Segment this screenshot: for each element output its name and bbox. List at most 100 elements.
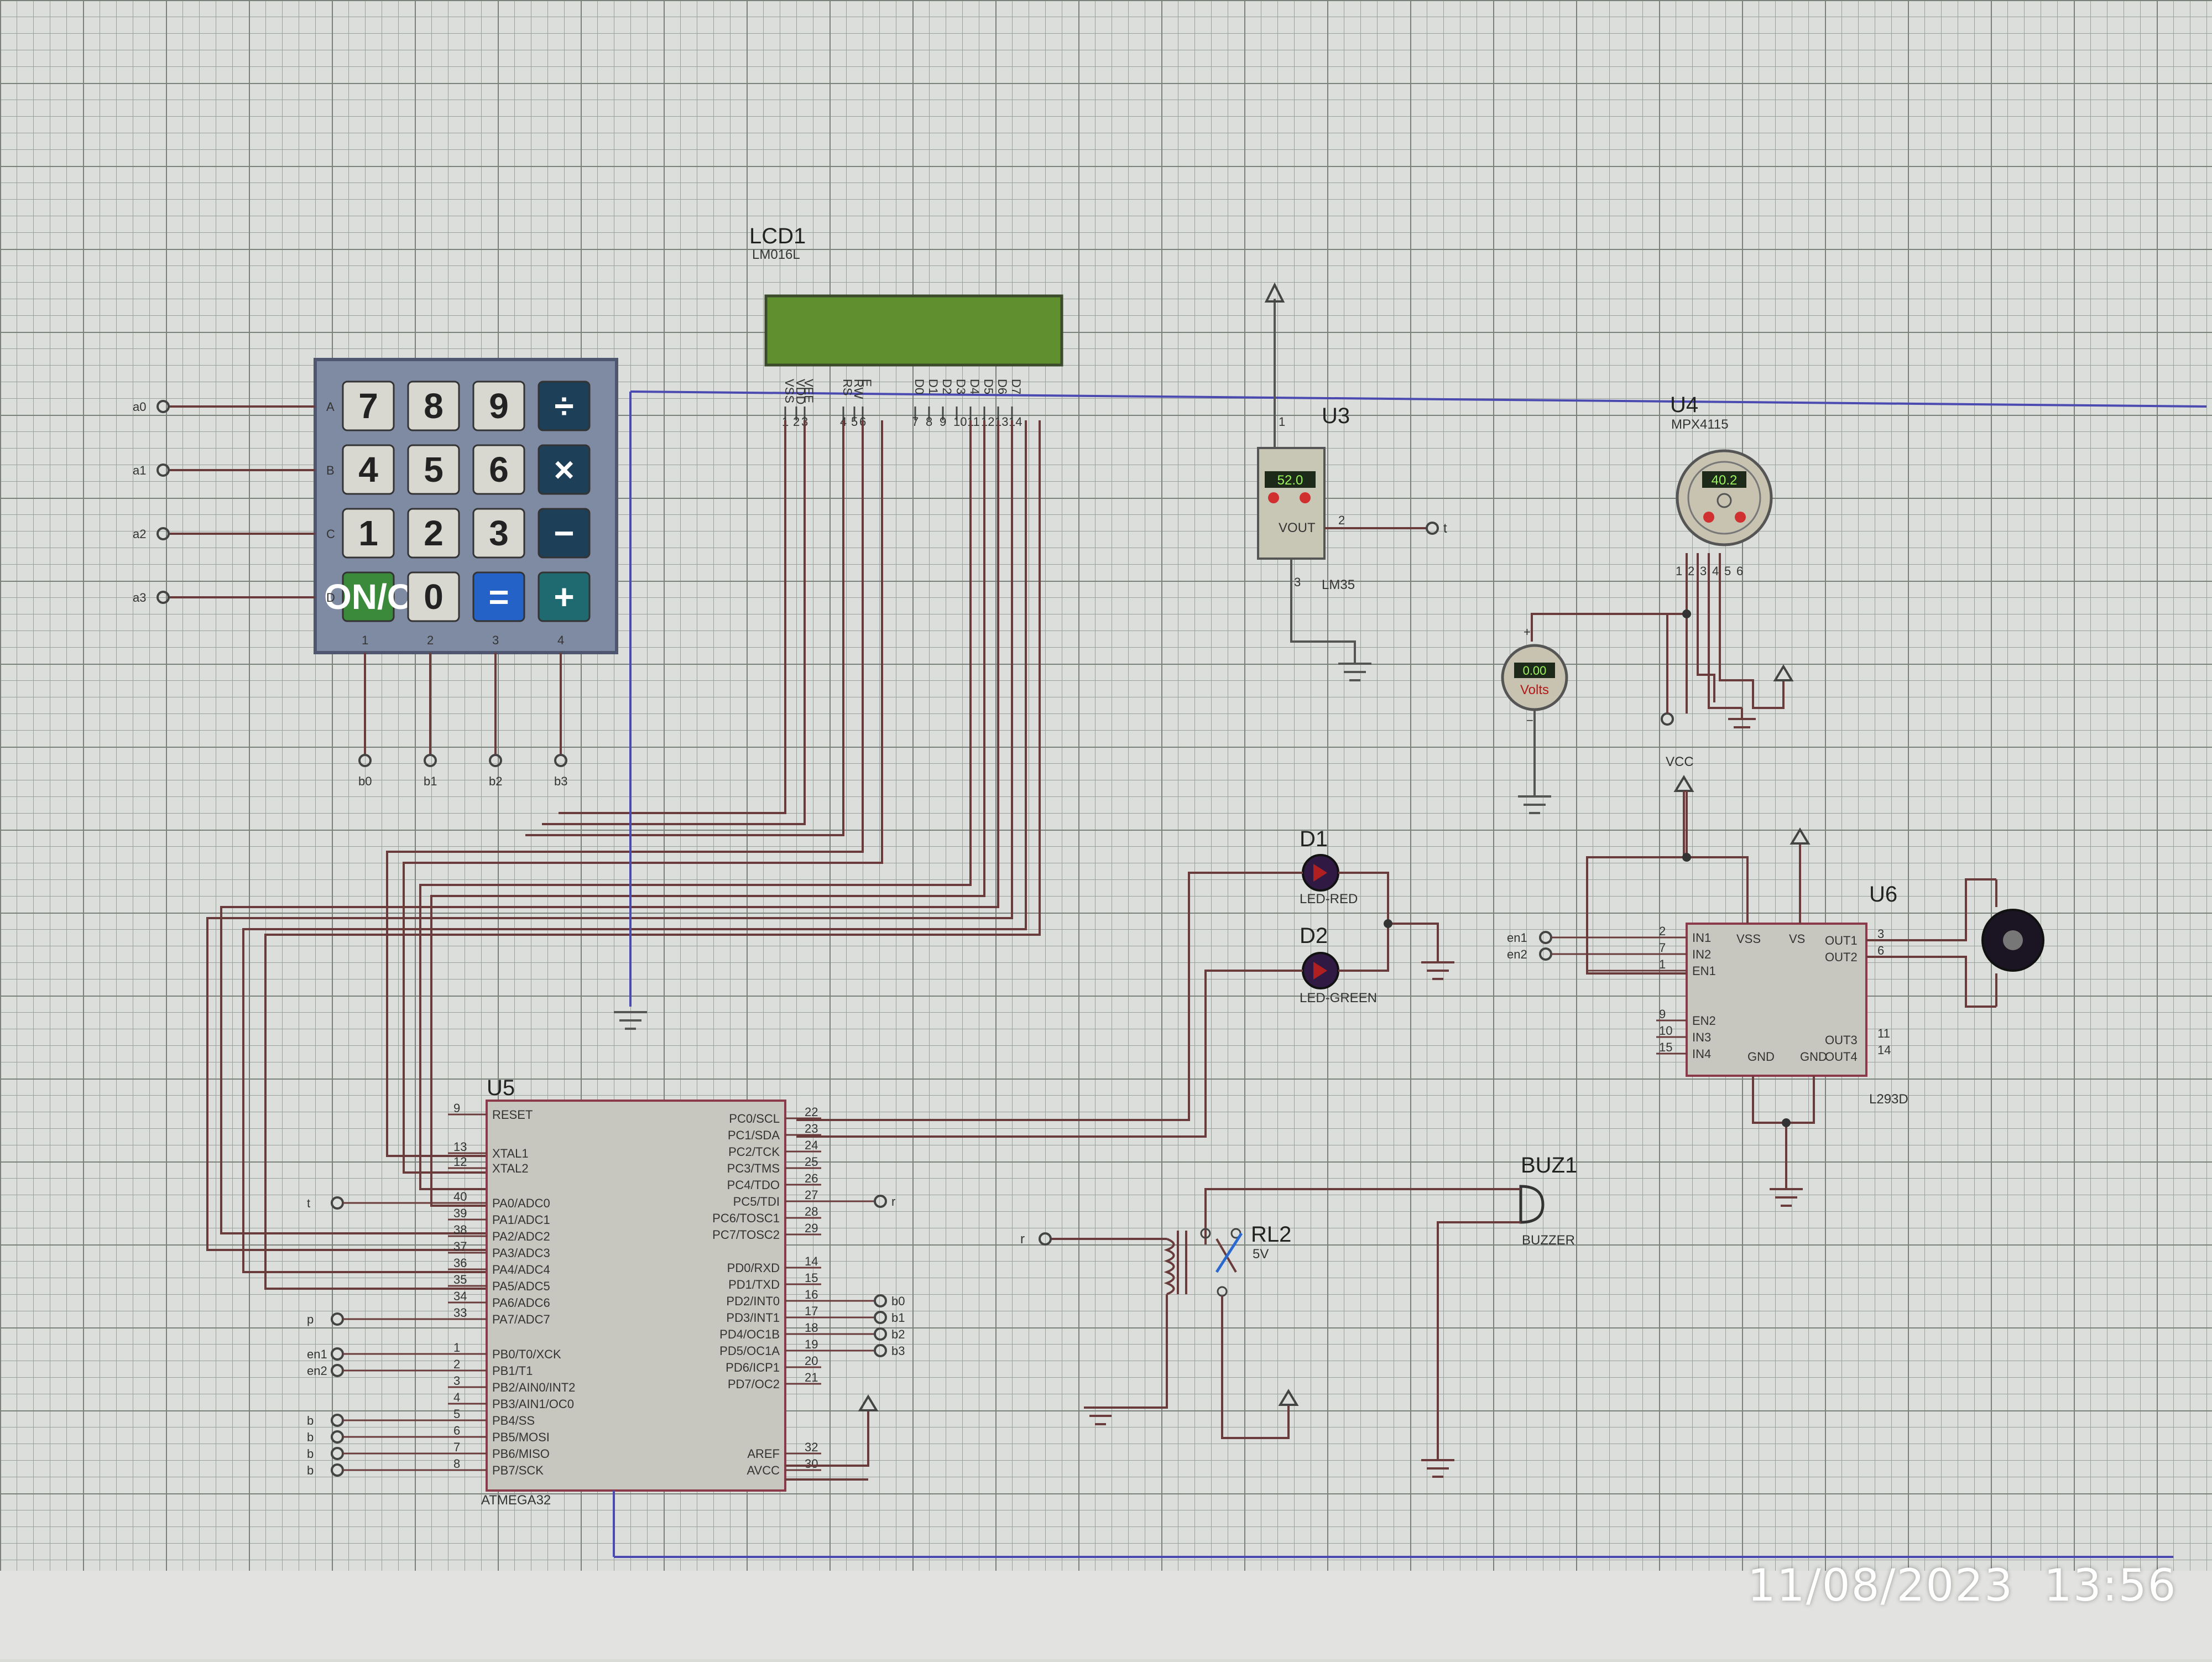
u5-pin-label: PC0/SCL (729, 1112, 780, 1126)
buz1-ref: BUZ1 (1521, 1153, 1577, 1178)
lcd-pin-label: D5 (982, 379, 995, 394)
lcd-pin-number: 2 (793, 415, 800, 429)
key-label: × (554, 450, 574, 489)
u5-net-label: b (307, 1430, 314, 1444)
grid (0, 0, 2212, 1571)
lcd-pin-label: D2 (940, 379, 954, 394)
timestamp-time: 13:56 (2043, 1560, 2177, 1611)
d2-ref: D2 (1300, 924, 1328, 948)
u3-down-button[interactable] (1268, 492, 1279, 503)
key-5[interactable]: 5 (407, 444, 460, 495)
svg-text:9: 9 (1659, 1007, 1666, 1021)
key-2[interactable]: 2 (407, 508, 460, 559)
svg-text:2: 2 (1338, 513, 1345, 527)
rl2-model: 5V (1253, 1247, 1269, 1262)
key-7[interactable]: 7 (342, 381, 395, 431)
u6-pin-label: VSS (1736, 932, 1761, 946)
keypad-col-number: 1 (362, 633, 368, 647)
u5-pin-label: PB1/T1 (492, 1364, 533, 1378)
u3-up-button[interactable] (1300, 492, 1311, 503)
svg-text:1: 1 (1659, 957, 1666, 971)
d2-model: LED-GREEN (1300, 991, 1377, 1005)
keypad-row-net: a2 (133, 527, 146, 541)
u6-pin-label: IN2 (1692, 947, 1711, 961)
key-divide[interactable]: ÷ (538, 381, 591, 431)
u6-ref: U6 (1869, 882, 1897, 906)
key-label: + (554, 577, 574, 617)
key-6[interactable]: 6 (472, 444, 525, 495)
u4-down-button[interactable] (1703, 512, 1714, 523)
lcd-pin-label: D4 (968, 379, 982, 394)
u6-pin-label: GND (1800, 1050, 1827, 1064)
u5-net-label: en1 (307, 1347, 327, 1361)
u5-model: ATMEGA32 (481, 1493, 551, 1508)
keypad-col-number: 4 (557, 633, 564, 647)
u4-pin-number: 4 (1712, 564, 1719, 578)
u5-pin-number: 6 (453, 1424, 460, 1437)
key-8[interactable]: 8 (407, 381, 460, 431)
u5-pin-number: 27 (805, 1188, 818, 1202)
u5-pin-label: PD6/ICP1 (726, 1361, 780, 1374)
svg-text:11: 11 (1877, 1027, 1890, 1040)
u6-model: L293D (1869, 1092, 1908, 1107)
key-minus[interactable]: − (538, 508, 591, 559)
u5-pin-number: 38 (453, 1223, 467, 1237)
u4-up-button[interactable] (1735, 512, 1746, 523)
key-4[interactable]: 4 (342, 444, 395, 495)
key-on-clear[interactable]: ON/C (324, 571, 413, 622)
svg-text:2: 2 (1659, 924, 1666, 938)
u5-pin-label: RESET (492, 1108, 533, 1122)
u4-pin-number: 3 (1700, 564, 1707, 578)
key-equals[interactable]: = (472, 571, 525, 622)
rl2-ref: RL2 (1251, 1222, 1291, 1247)
u5-pin-label: PC2/TCK (728, 1145, 780, 1159)
svg-text:3: 3 (1877, 927, 1884, 941)
u5-pin-number: 7 (453, 1440, 460, 1454)
u5-pin-label: PD0/RXD (727, 1261, 780, 1275)
key-1[interactable]: 1 (342, 508, 395, 559)
u5-pin-number: 2 (453, 1357, 460, 1371)
u5-net-label: b (307, 1463, 314, 1477)
u6-pin-label: EN1 (1692, 964, 1716, 978)
u5-pin-number: 28 (805, 1205, 818, 1218)
u5-pin-number: 15 (805, 1271, 818, 1285)
u5-pin-number: 22 (805, 1105, 818, 1119)
svg-text:7: 7 (1659, 941, 1666, 955)
lcd-pin-label: D7 (1009, 379, 1023, 394)
u5-pin-label: PC1/SDA (728, 1128, 780, 1142)
svg-text:1: 1 (1279, 415, 1285, 429)
schematic-canvas[interactable]: LCD1 LM016L VSS 1 VDD 2 VEE 3 RS 4 RW 5 E 6 D0 7 D1 8 D2… (0, 0, 2212, 1659)
svg-text:10: 10 (1659, 1024, 1672, 1038)
u6-pin-label: IN1 (1692, 931, 1711, 945)
u5-pin-label: PB4/SS (492, 1414, 535, 1427)
u5-pin-number: 33 (453, 1306, 467, 1320)
key-9[interactable]: 9 (472, 381, 525, 431)
u4-body (1676, 449, 1773, 546)
u5-pin-number: 24 (805, 1138, 818, 1152)
u4-model: MPX4115 (1671, 417, 1729, 432)
key-label: 8 (424, 386, 444, 426)
u5-pin-label: PB3/AIN1/OC0 (492, 1397, 574, 1411)
key-label: 0 (424, 577, 444, 617)
key-plus[interactable]: + (538, 571, 591, 622)
key-label: 4 (358, 450, 378, 489)
u6-pin-label: OUT3 (1825, 1033, 1858, 1047)
u5-pin-number: 35 (453, 1273, 467, 1286)
u6-pin-label: EN2 (1692, 1014, 1716, 1028)
u6-pin-label: IN3 (1692, 1030, 1711, 1044)
key-multiply[interactable]: × (538, 444, 591, 495)
u5-pin-label: PB5/MOSI (492, 1430, 550, 1444)
key-label: 5 (424, 450, 444, 489)
u5-pin-number: 32 (805, 1440, 818, 1454)
vcc-label: VCC (1666, 754, 1694, 769)
u5-net-label: t (307, 1196, 310, 1210)
key-label: = (488, 577, 509, 617)
lcd-pin-number: 7 (912, 415, 919, 429)
key-3[interactable]: 3 (472, 508, 525, 559)
lcd1-model: LM016L (752, 247, 800, 262)
u5-pin-label: PB7/SCK (492, 1463, 544, 1477)
u5-pin-number: 4 (453, 1390, 460, 1404)
key-0[interactable]: 0 (407, 571, 460, 622)
lcd-pin-number: 12 (981, 415, 994, 429)
keypad-col-net: b0 (358, 774, 372, 788)
